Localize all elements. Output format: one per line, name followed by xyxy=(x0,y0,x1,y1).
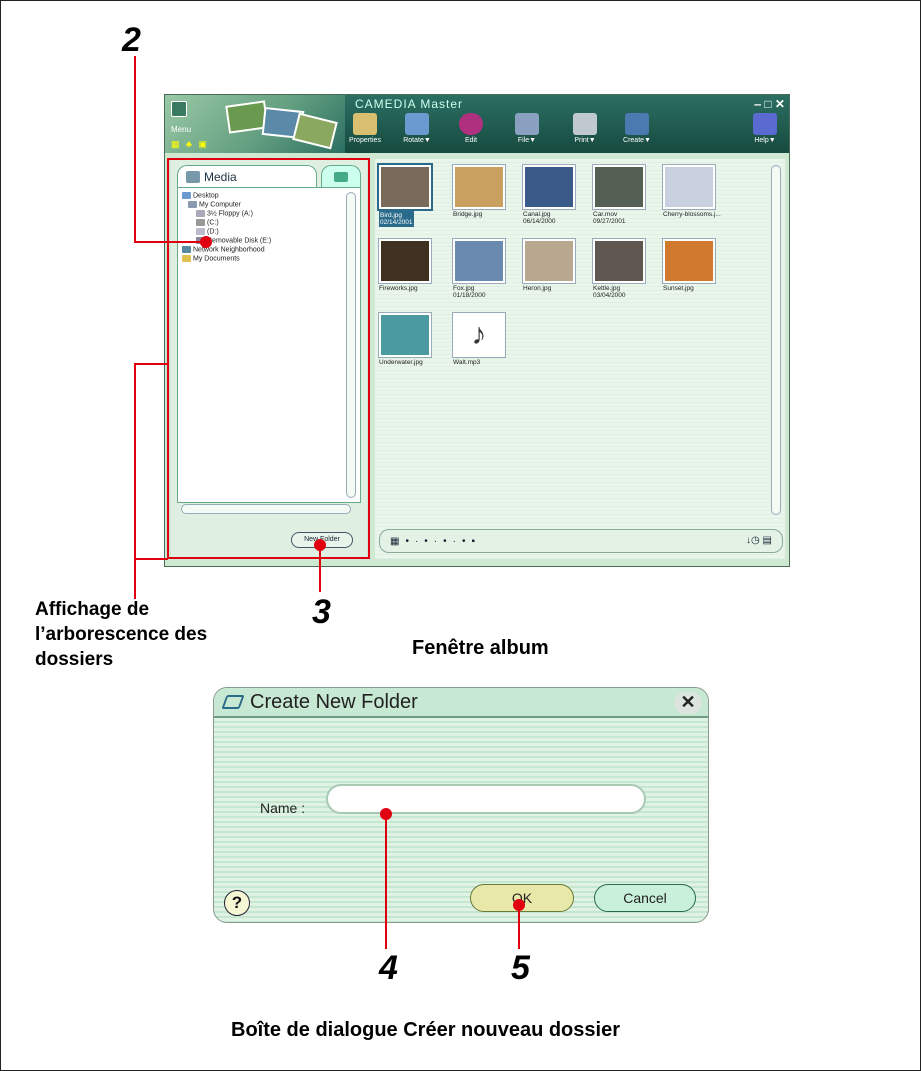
photo-thumbnail xyxy=(593,239,645,283)
decor-photo-icon xyxy=(292,112,338,150)
tree-caption: Affichage de l’arborescence des dossiers xyxy=(35,599,208,670)
callout-dot-2 xyxy=(200,236,212,248)
help-button[interactable]: ? xyxy=(224,890,250,916)
photo-thumbnail xyxy=(453,239,505,283)
properties-button[interactable]: Properties xyxy=(343,113,387,153)
thumbnail-item[interactable]: Car.mov 09/27/2001 xyxy=(593,165,647,225)
leader-bracket xyxy=(134,558,168,560)
leader-bracket xyxy=(134,363,168,365)
thumb-caption: Car.mov 09/27/2001 xyxy=(593,211,626,225)
thumb-caption: Fireworks.jpg xyxy=(379,285,418,292)
edit-button[interactable]: Edit xyxy=(449,113,493,153)
photo-thumbnail xyxy=(453,165,505,209)
thumbnail-item[interactable]: Heron.jpg xyxy=(523,239,577,299)
edit-icon xyxy=(459,113,483,135)
thumbnail-area: Bird.jpg 02/14/2001 Bridge.jpg Canal.jpg 0… xyxy=(375,159,785,559)
thumbnail-item[interactable]: Underwater.jpg xyxy=(379,313,433,373)
thumb-caption: Canal.jpg 06/14/2000 xyxy=(523,211,556,225)
thumbnail-item[interactable]: Fox.jpg 01/18/2000 xyxy=(453,239,507,299)
thumbnail-item[interactable]: Bird.jpg 02/14/2001 xyxy=(379,165,433,227)
thumbnail-item[interactable]: Kettle.jpg 03/04/2000 xyxy=(593,239,647,299)
menu-label: Menu xyxy=(171,125,192,134)
photo-thumbnail xyxy=(379,239,431,283)
photo-thumbnail xyxy=(663,239,715,283)
leader-line-2 xyxy=(134,56,136,242)
name-label: Name : xyxy=(260,800,306,816)
thumbnail-item[interactable]: Sunset.jpg xyxy=(663,239,717,299)
dialog-caption: Boîte de dialogue Créer nouveau dossier xyxy=(231,1019,620,1041)
thumb-caption: Sunset.jpg xyxy=(663,285,694,292)
thumbnail-bottom-bar: ▦•·•·•·•▪ ↓◷ ▤ xyxy=(379,529,783,553)
thumbnail-item[interactable]: ♪ Walt.mp3 xyxy=(453,313,507,373)
photo-thumbnail xyxy=(593,165,645,209)
thumbnail-item[interactable]: Cherry-blossoms.j... xyxy=(663,165,721,225)
thumbnail-item[interactable]: Bridge.jpg xyxy=(453,165,507,225)
photo-thumbnail xyxy=(663,165,715,209)
manual-page: 2 Menu ▦ ♣ ▣ CAMEDIA Master ‒ □ ✕ Proper… xyxy=(0,0,921,1071)
file-button[interactable]: File▼ xyxy=(505,113,549,153)
thumbnail-scrollbar[interactable] xyxy=(771,165,781,515)
dialog-title: Create New Folder xyxy=(250,691,418,713)
callout-3: 3 xyxy=(312,593,331,631)
dialog-titlebar: Create New Folder ✕ xyxy=(214,688,708,718)
leader-bracket xyxy=(134,363,136,599)
leader-line-5 xyxy=(518,906,520,949)
thumb-caption: Bird.jpg 02/14/2001 xyxy=(379,211,414,227)
rotate-icon xyxy=(405,113,429,135)
callout-2: 2 xyxy=(122,21,141,59)
create-button[interactable]: Create▼ xyxy=(615,113,659,153)
file-icon xyxy=(515,113,539,135)
thumb-caption: Bridge.jpg xyxy=(453,211,483,218)
callout-5: 5 xyxy=(511,949,530,987)
leader-line-4 xyxy=(385,815,387,949)
window-controls[interactable]: ‒ □ ✕ xyxy=(754,97,785,111)
cancel-button[interactable]: Cancel xyxy=(594,884,696,912)
album-titlebar: Menu ▦ ♣ ▣ CAMEDIA Master ‒ □ ✕ Properti… xyxy=(165,95,789,153)
create-icon xyxy=(625,113,649,135)
music-note-icon: ♪ xyxy=(453,313,505,357)
photo-thumbnail xyxy=(523,239,575,283)
thumb-caption: Cherry-blossoms.j... xyxy=(663,211,721,218)
thumbnail-item[interactable]: Canal.jpg 06/14/2000 xyxy=(523,165,577,225)
photo-thumbnail xyxy=(379,165,431,209)
album-title: CAMEDIA Master xyxy=(355,97,464,111)
leader-line-2 xyxy=(134,241,206,243)
photo-thumbnail xyxy=(523,165,575,209)
thumb-caption: Walt.mp3 xyxy=(453,359,481,366)
close-button[interactable]: ✕ xyxy=(674,692,702,714)
view-icons[interactable]: ▦ ♣ ▣ xyxy=(171,139,231,149)
print-icon xyxy=(573,113,597,135)
callout-4: 4 xyxy=(379,949,398,987)
thumb-caption: Heron.jpg xyxy=(523,285,552,292)
photo-thumbnail xyxy=(379,313,431,357)
properties-icon xyxy=(353,113,377,135)
rotate-button[interactable]: Rotate▼ xyxy=(395,113,439,153)
print-button[interactable]: Print▼ xyxy=(563,113,607,153)
highlight-tree-box xyxy=(167,158,370,559)
help-button[interactable]: Help▼ xyxy=(743,113,787,153)
sort-icons[interactable]: ↓◷ ▤ xyxy=(746,535,772,546)
thumbnail-item[interactable]: Fireworks.jpg xyxy=(379,239,433,299)
thumb-caption: Kettle.jpg 03/04/2000 xyxy=(593,285,626,299)
thumbnail-size-slider[interactable]: ▦•·•·•·•▪ xyxy=(390,536,481,547)
thumb-caption: Underwater.jpg xyxy=(379,359,423,366)
folder-name-input[interactable] xyxy=(326,784,646,814)
create-folder-dialog: Create New Folder ✕ Name : ? OK Cancel xyxy=(213,687,709,923)
menu-icon[interactable] xyxy=(171,101,187,117)
thumb-caption: Fox.jpg 01/18/2000 xyxy=(453,285,486,299)
leader-line-3 xyxy=(319,546,321,592)
help-icon xyxy=(753,113,777,135)
menu-corner: Menu ▦ ♣ ▣ xyxy=(165,95,345,153)
album-caption: Fenêtre album xyxy=(412,637,549,659)
folder-icon xyxy=(221,695,245,709)
